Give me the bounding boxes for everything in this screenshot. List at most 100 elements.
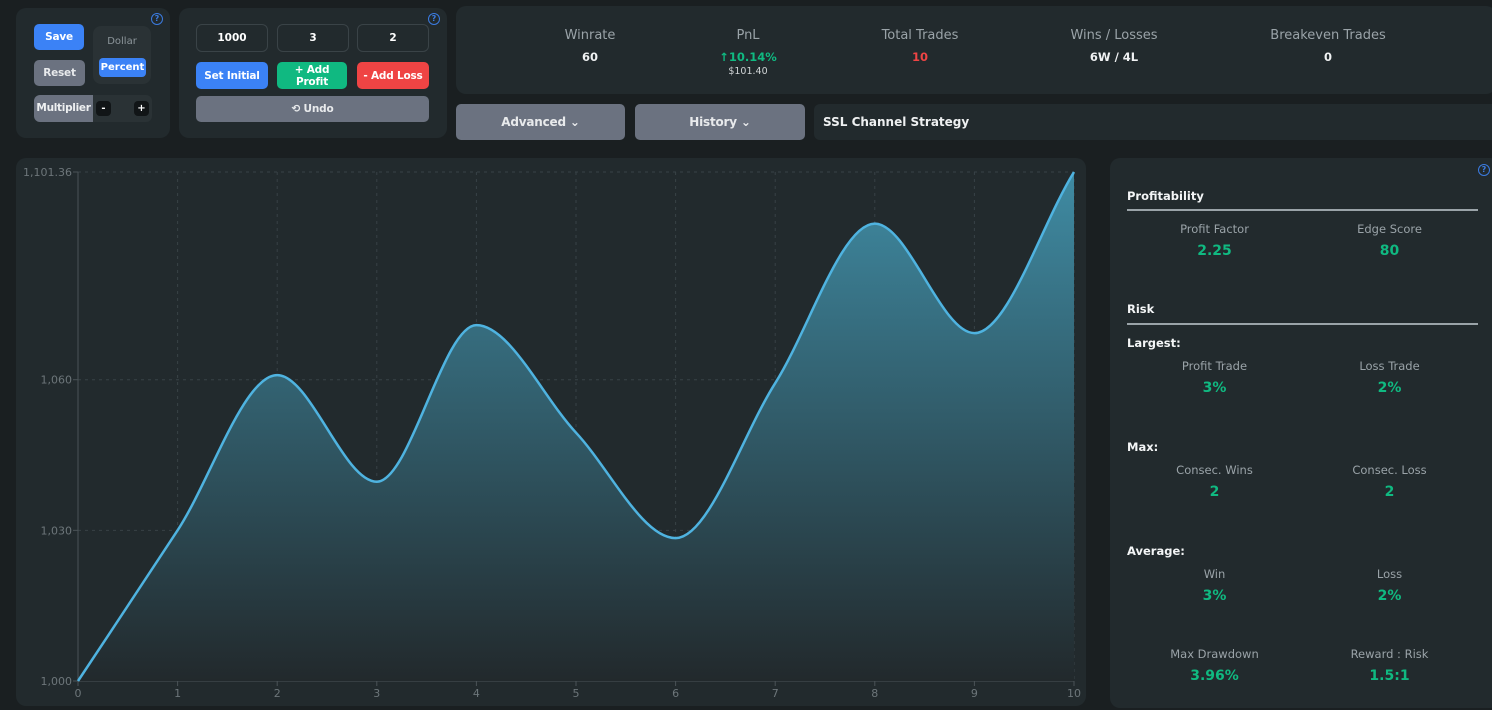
settings-panel: ? Save Reset Dollar Percent Multiplier -… [16,8,170,138]
section-divider [1127,209,1478,211]
help-icon[interactable]: ? [151,13,163,25]
metric-label: Loss Trade [1359,359,1420,373]
help-icon[interactable]: ? [428,13,440,25]
data-point [474,323,478,327]
stat-winrate: Winrate 60 [500,28,680,64]
save-button[interactable]: Save [34,24,84,50]
data-point [674,536,678,540]
x-tick-label: 3 [373,687,380,700]
set-initial-button[interactable]: Set Initial [196,62,268,89]
x-tick-label: 2 [274,687,281,700]
x-tick-label: 7 [772,687,779,700]
multiplier-decrease-button[interactable]: - [96,101,111,116]
metric-value: 1.5:1 [1369,668,1410,684]
data-point [375,480,379,484]
metric-value: 3.96% [1190,668,1239,684]
equity-chart-panel: 0 1 2 3 4 5 6 7 8 9 10 1,000 1,030 1,060 1,101.36 [16,158,1086,706]
stat-value: 6W / 4L [1089,50,1139,64]
stat-subvalue: $101.40 [728,66,768,77]
stat-value: ↑10.14% [719,50,777,64]
mode-option-dollar[interactable]: Dollar [97,34,147,50]
section-title-profitability: Profitability [1127,189,1204,203]
metric-label: Consec. Wins [1176,463,1253,477]
initial-balance-input[interactable] [196,24,268,52]
metric-avg-win: Win 3% [1127,567,1302,604]
x-tick-label: 0 [75,687,82,700]
data-point [275,373,279,377]
data-point [972,331,976,335]
profit-amount-input[interactable] [277,24,349,52]
metric-label: Reward : Risk [1350,647,1429,661]
equity-chart: 0 1 2 3 4 5 6 7 8 9 10 1,000 1,030 1,060 1,101.36 [23,166,1081,700]
metric-value: 2 [1384,484,1395,500]
x-tick-label: 8 [871,687,878,700]
stat-pnl: PnL ↑10.14% $101.40 [658,28,838,77]
loss-amount-input[interactable] [357,24,429,52]
y-tick-label: 1,000 [41,675,73,688]
x-tick-label: 4 [473,687,480,700]
metric-consec-wins: Consec. Wins 2 [1127,463,1302,500]
x-tick-label: 10 [1067,687,1081,700]
stat-wins-losses: Wins / Losses 6W / 4L [1024,28,1204,64]
data-point [873,222,877,226]
metric-value: 3% [1202,588,1227,604]
stat-label: Winrate [564,28,616,43]
summary-stats-panel: Winrate 60 PnL ↑10.14% $101.40 Total Tra… [456,6,1492,94]
x-tick-label: 5 [573,687,580,700]
metric-value: 80 [1379,243,1400,259]
subsection-largest: Largest: [1127,336,1181,350]
x-tick-label: 1 [174,687,181,700]
data-point [76,679,80,683]
metric-consec-loss: Consec. Loss 2 [1302,463,1477,500]
y-tick-label: 1,101.36 [23,166,72,179]
mode-option-percent[interactable]: Percent [99,58,146,77]
metric-value: 3% [1202,380,1227,396]
x-tick-label: 9 [971,687,978,700]
subsection-max: Max: [1127,440,1159,454]
section-title-risk: Risk [1127,302,1155,316]
stat-value: 0 [1323,50,1332,64]
undo-button[interactable]: ⟲ Undo [196,96,429,122]
metric-largest-loss-trade: Loss Trade 2% [1302,359,1477,396]
stat-value: 10 [911,50,928,64]
data-point [176,528,180,532]
metric-label: Max Drawdown [1170,647,1259,661]
stat-value: 60 [581,50,598,64]
metric-label: Consec. Loss [1352,463,1427,477]
stat-total-trades: Total Trades 10 [830,28,1010,64]
metric-profit-factor: Profit Factor 2.25 [1127,222,1302,259]
multiplier-increase-button[interactable]: + [134,101,149,116]
section-divider [1127,323,1478,325]
data-point [574,431,578,435]
add-loss-button[interactable]: - Add Loss [357,62,429,89]
stat-label: Total Trades [881,28,959,43]
metric-value: 2 [1209,484,1220,500]
metric-label: Profit Trade [1181,359,1248,373]
add-profit-button[interactable]: + Add Profit [277,62,347,89]
y-tick-label: 1,030 [41,524,73,537]
metric-label: Edge Score [1357,222,1422,236]
metric-value: 2% [1377,588,1402,604]
metric-reward-risk: Reward : Risk 1.5:1 [1302,647,1477,684]
metric-largest-profit-trade: Profit Trade 3% [1127,359,1302,396]
metric-edge-score: Edge Score 80 [1302,222,1477,259]
x-tick-label: 6 [672,687,679,700]
help-icon[interactable]: ? [1478,164,1490,176]
advanced-dropdown-button[interactable]: Advanced ⌄ [456,104,625,140]
metric-label: Loss [1376,567,1403,581]
history-dropdown-button[interactable]: History ⌄ [635,104,805,140]
metrics-panel: ? Profitability Profit Factor 2.25 Edge … [1110,158,1492,708]
metric-label: Profit Factor [1180,222,1249,236]
reset-button[interactable]: Reset [34,60,85,86]
data-point [1072,170,1076,174]
stat-label: Wins / Losses [1070,28,1158,43]
metric-value: 2.25 [1197,243,1232,259]
subsection-average: Average: [1127,544,1185,558]
trade-input-panel: ? Set Initial + Add Profit - Add Loss ⟲ … [179,8,447,138]
metric-avg-loss: Loss 2% [1302,567,1477,604]
stat-label: Breakeven Trades [1270,28,1386,43]
multiplier-label: Multiplier [34,95,93,122]
y-tick-label: 1,060 [41,374,73,387]
mode-toggle: Dollar Percent [93,26,151,84]
strategy-name-input[interactable] [814,104,1492,140]
